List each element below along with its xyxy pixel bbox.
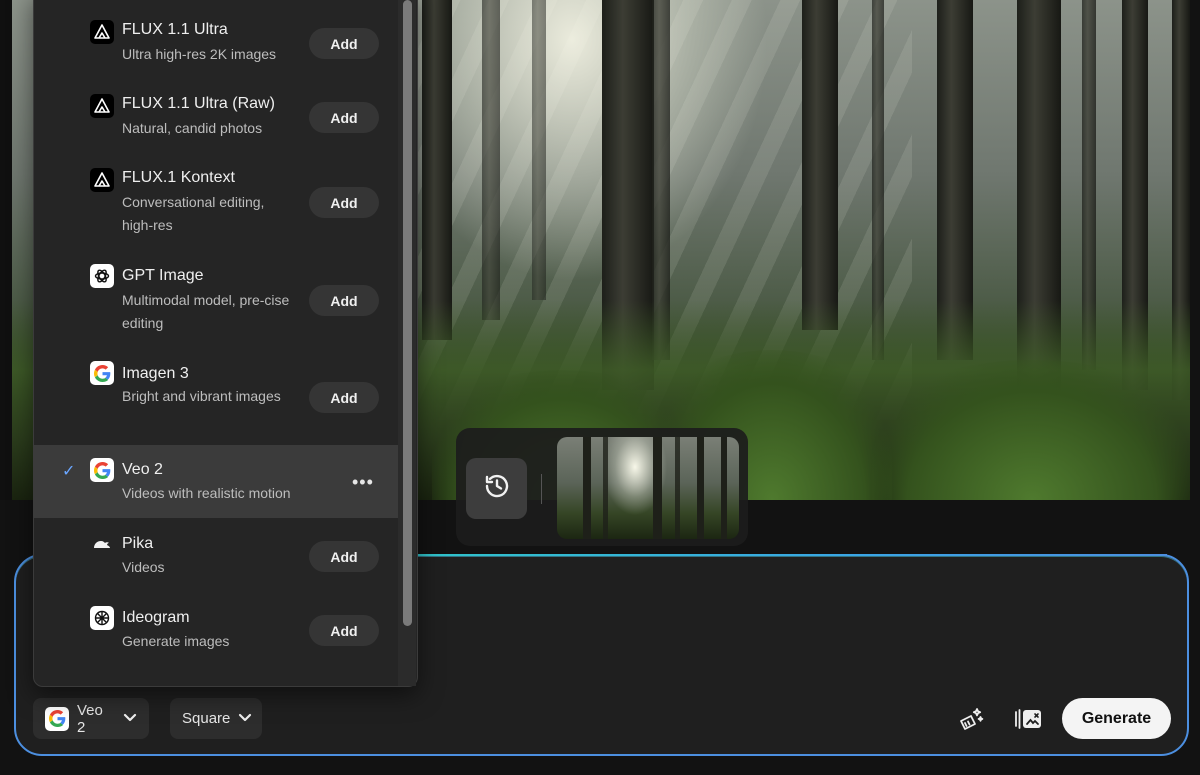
model-description: Generate images — [122, 633, 230, 649]
pika-icon — [90, 532, 114, 556]
model-item-flux-ultra[interactable]: FLUX 1.1 Ultra Ultra high-res 2K images … — [34, 0, 398, 74]
model-name: FLUX.1 Kontext — [122, 169, 235, 186]
reference-image-icon[interactable] — [1012, 704, 1044, 734]
aspect-ratio-label: Square — [182, 710, 231, 727]
ideogram-icon — [90, 606, 114, 630]
model-item-gpt-image[interactable]: GPT Image Multimodal model, pre-cise edi… — [34, 246, 398, 344]
add-model-button[interactable]: Add — [309, 102, 379, 133]
history-button[interactable] — [466, 458, 527, 519]
openai-icon — [90, 264, 114, 288]
bfl-triangle-icon — [90, 20, 114, 44]
model-name: Ideogram — [122, 609, 190, 626]
model-item-pika[interactable]: Pika Videos Add — [34, 518, 398, 592]
add-model-button[interactable]: Add — [309, 28, 379, 59]
bfl-triangle-icon — [90, 168, 114, 192]
model-selector-button[interactable]: Veo 2 — [33, 698, 149, 739]
model-description: Videos with realistic motion — [122, 485, 291, 501]
model-name: Pika — [122, 535, 154, 552]
model-name: Imagen 3 — [122, 365, 189, 382]
model-item-flux-kontext[interactable]: FLUX.1 Kontext Conversational editing, h… — [34, 148, 398, 246]
app-root: Veo 2 Square Generate FLUX 1.1 Ultra Ult… — [0, 0, 1200, 775]
google-icon — [90, 361, 114, 385]
style-effects-icon[interactable] — [956, 704, 986, 734]
canvas-left-margin — [0, 0, 12, 500]
model-description: Bright and vibrant images — [122, 388, 281, 404]
add-model-button[interactable]: Add — [309, 187, 379, 218]
model-description: Ultra high-res 2K images — [122, 46, 277, 62]
aspect-ratio-selector[interactable]: Square — [170, 698, 262, 739]
google-icon — [90, 458, 114, 482]
model-description: Conversational editing, high-res — [122, 194, 265, 233]
google-icon — [45, 706, 69, 731]
model-name: FLUX 1.1 Ultra (Raw) — [122, 95, 275, 112]
more-options-icon[interactable]: ••• — [352, 472, 374, 493]
history-divider — [541, 474, 542, 504]
model-item-flux-ultra-raw[interactable]: FLUX 1.1 Ultra (Raw) Natural, candid pho… — [34, 74, 398, 148]
model-name: FLUX 1.1 Ultra — [122, 21, 228, 38]
history-icon — [482, 471, 512, 506]
menu-scrollbar-thumb[interactable] — [403, 0, 412, 626]
add-model-button[interactable]: Add — [309, 285, 379, 316]
add-model-button[interactable]: Add — [309, 541, 379, 572]
add-model-button[interactable]: Add — [309, 615, 379, 646]
model-item-veo-2[interactable]: ✓ Veo 2 Videos with realistic motion ••• — [34, 445, 398, 518]
model-item-ideogram[interactable]: Ideogram Generate images Add — [34, 592, 398, 666]
bfl-triangle-icon — [90, 94, 114, 118]
generate-button[interactable]: Generate — [1062, 698, 1171, 739]
model-description: Natural, candid photos — [122, 120, 263, 136]
chevron-down-icon — [238, 710, 252, 728]
check-icon: ✓ — [62, 463, 76, 480]
model-item-imagen-3[interactable]: Imagen 3 Bright and vibrant images Add — [34, 344, 398, 445]
model-description: Multimodal model, pre-cise editing — [122, 292, 290, 331]
model-name: Veo 2 — [122, 461, 163, 478]
model-name: GPT Image — [122, 267, 204, 284]
add-model-button[interactable]: Add — [309, 382, 379, 413]
model-selector-label: Veo 2 — [77, 701, 103, 736]
history-thumbnail[interactable] — [557, 437, 739, 539]
model-description: Videos — [122, 559, 165, 575]
chevron-down-icon — [123, 710, 137, 728]
